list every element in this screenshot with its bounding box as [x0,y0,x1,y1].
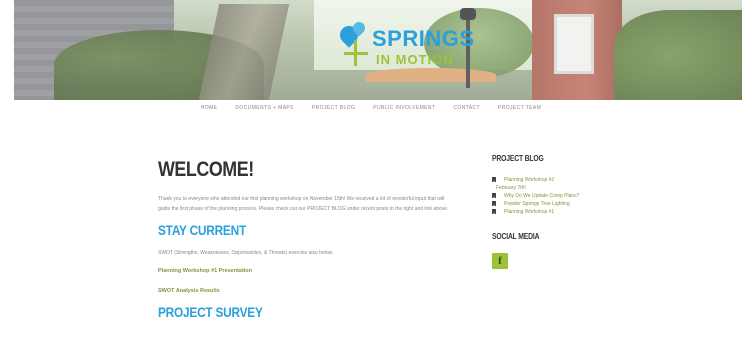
blog-post-item[interactable]: Why Do We Update Comp Plans? [492,192,642,200]
blog-post-list: Planning Workshop #2 February 7th! Why D… [492,176,642,216]
header-banner: SPRINGS IN MOTION [14,0,742,100]
blog-post-label: Why Do We Update Comp Plans? [504,193,580,199]
intro-paragraph: Thank you to everyone who attended our f… [158,196,449,212]
bookmark-icon [492,177,496,182]
blog-post-label: February 7th! [496,185,526,191]
swot-text: SWOT (Strengths, Weaknesses, Opportuniti… [158,250,334,256]
facebook-icon[interactable]: f [492,253,508,269]
nav-project-blog[interactable]: PROJECT BLOG [312,105,355,111]
blog-post-label: Planning Workshop #2 [504,177,555,183]
logo-leaf-icon [344,52,368,55]
sidebar-social-heading: SOCIAL MEDIA [492,232,540,241]
sidebar: PROJECT BLOG Planning Workshop #2 Februa… [492,154,642,269]
nav-project-team[interactable]: PROJECT TEAM [498,105,541,111]
bookmark-icon [492,209,496,214]
blog-post-label: Powder Springs Tree Lighting [504,201,570,207]
blog-post-item[interactable]: Powder Springs Tree Lighting [492,200,642,208]
blog-post-item[interactable]: Planning Workshop #1 [492,208,642,216]
logo-text-in-motion: IN MOTION [376,52,454,67]
workshop-presentation-link[interactable]: Planning Workshop #1 Presentation [158,268,450,274]
site-logo[interactable]: SPRINGS IN MOTION [336,19,474,72]
logo-text-springs: SPRINGS [372,26,475,51]
main-content: WELCOME! Thank you to everyone who atten… [158,158,450,320]
blog-post-label: Planning Workshop #1 [504,209,555,215]
stay-current-heading: STAY CURRENT [158,222,246,238]
swot-results-link[interactable]: SWOT Analysis Results [158,288,450,294]
nav-documents-maps[interactable]: DOCUMENTS + MAPS [235,105,294,111]
project-survey-heading: PROJECT SURVEY [158,304,263,320]
page-title: WELCOME! [158,158,254,181]
nav-contact[interactable]: CONTACT [453,105,480,111]
nav-home[interactable]: HOME [201,105,218,111]
blog-post-item-continued[interactable]: February 7th! [492,184,642,192]
sidebar-blog-heading: PROJECT BLOG [492,154,544,163]
bookmark-icon [492,193,496,198]
main-nav: HOME DOCUMENTS + MAPS PROJECT BLOG PUBLI… [0,105,742,117]
bookmark-icon [492,201,496,206]
nav-public-involvement[interactable]: PUBLIC INVOLVEMENT [373,105,435,111]
blog-post-item[interactable]: Planning Workshop #2 [492,176,642,184]
